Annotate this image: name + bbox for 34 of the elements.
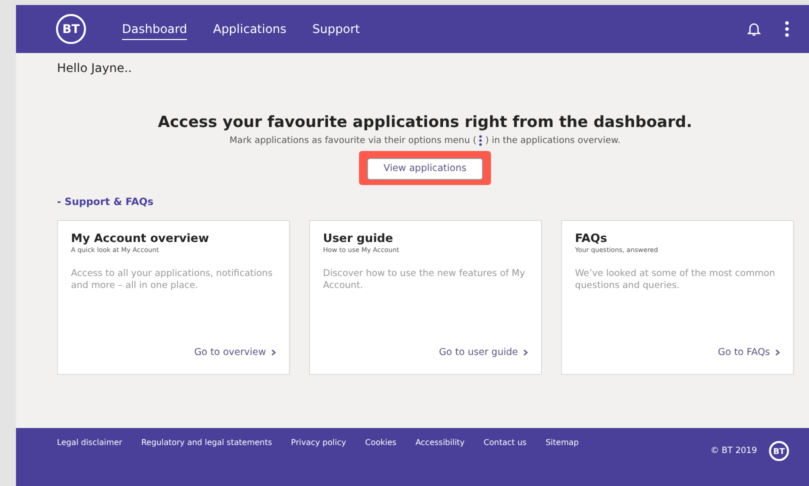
hero-title: Access your favourite applications right from the dashboard. [158,113,692,131]
nav-tab[interactable]: Support [312,18,360,40]
footer-link[interactable]: Regulatory and legal statements [141,438,272,447]
nav-tab[interactable]: Applications [213,18,286,40]
card-link[interactable]: Go to overview [194,346,276,364]
options-menu-icon [478,135,484,146]
nav-tab[interactable]: Dashboard [122,18,188,40]
footer-link[interactable]: Accessibility [415,438,465,447]
hero-subtitle: ) in the applications overview. [485,136,620,146]
card-body: We’ve looked at some of the most common questions and queries. [575,268,776,294]
card-title: User guide [323,230,394,244]
chevron-icon [271,348,276,356]
bt-logo: BT [769,441,789,461]
footer-link[interactable]: Privacy policy [291,438,346,447]
footer-link[interactable]: Contact us [484,438,527,447]
more-menu-icon[interactable] [785,21,789,37]
card-title: My Account overview [71,230,210,244]
card-link[interactable]: Go to FAQs [718,346,780,364]
greeting: Hello Jayne.. [57,61,133,75]
footer-link[interactable]: Cookies [365,438,396,447]
notification-bell-icon[interactable] [747,22,761,36]
copyright: © BT 2019 [710,446,757,456]
hero-subtitle: Mark applications as favourite via their options menu ( [230,136,476,146]
view-applications-button[interactable]: View applications [367,158,483,180]
chevron-icon [775,348,780,356]
footer-link[interactable]: Legal disclaimer [57,438,122,447]
chevron-icon [523,348,528,356]
footer-link[interactable]: Sitemap [546,438,579,447]
card-body: Discover how to use the new features of My Account. [323,268,526,294]
section-title: - Support & FAQs [57,196,154,208]
card-body: Access to all your applications, notifications and more – all in one place. [71,268,274,294]
bt-logo[interactable]: BT [56,14,86,44]
card-title: FAQs [575,230,608,244]
card-link[interactable]: Go to user guide [438,346,528,364]
